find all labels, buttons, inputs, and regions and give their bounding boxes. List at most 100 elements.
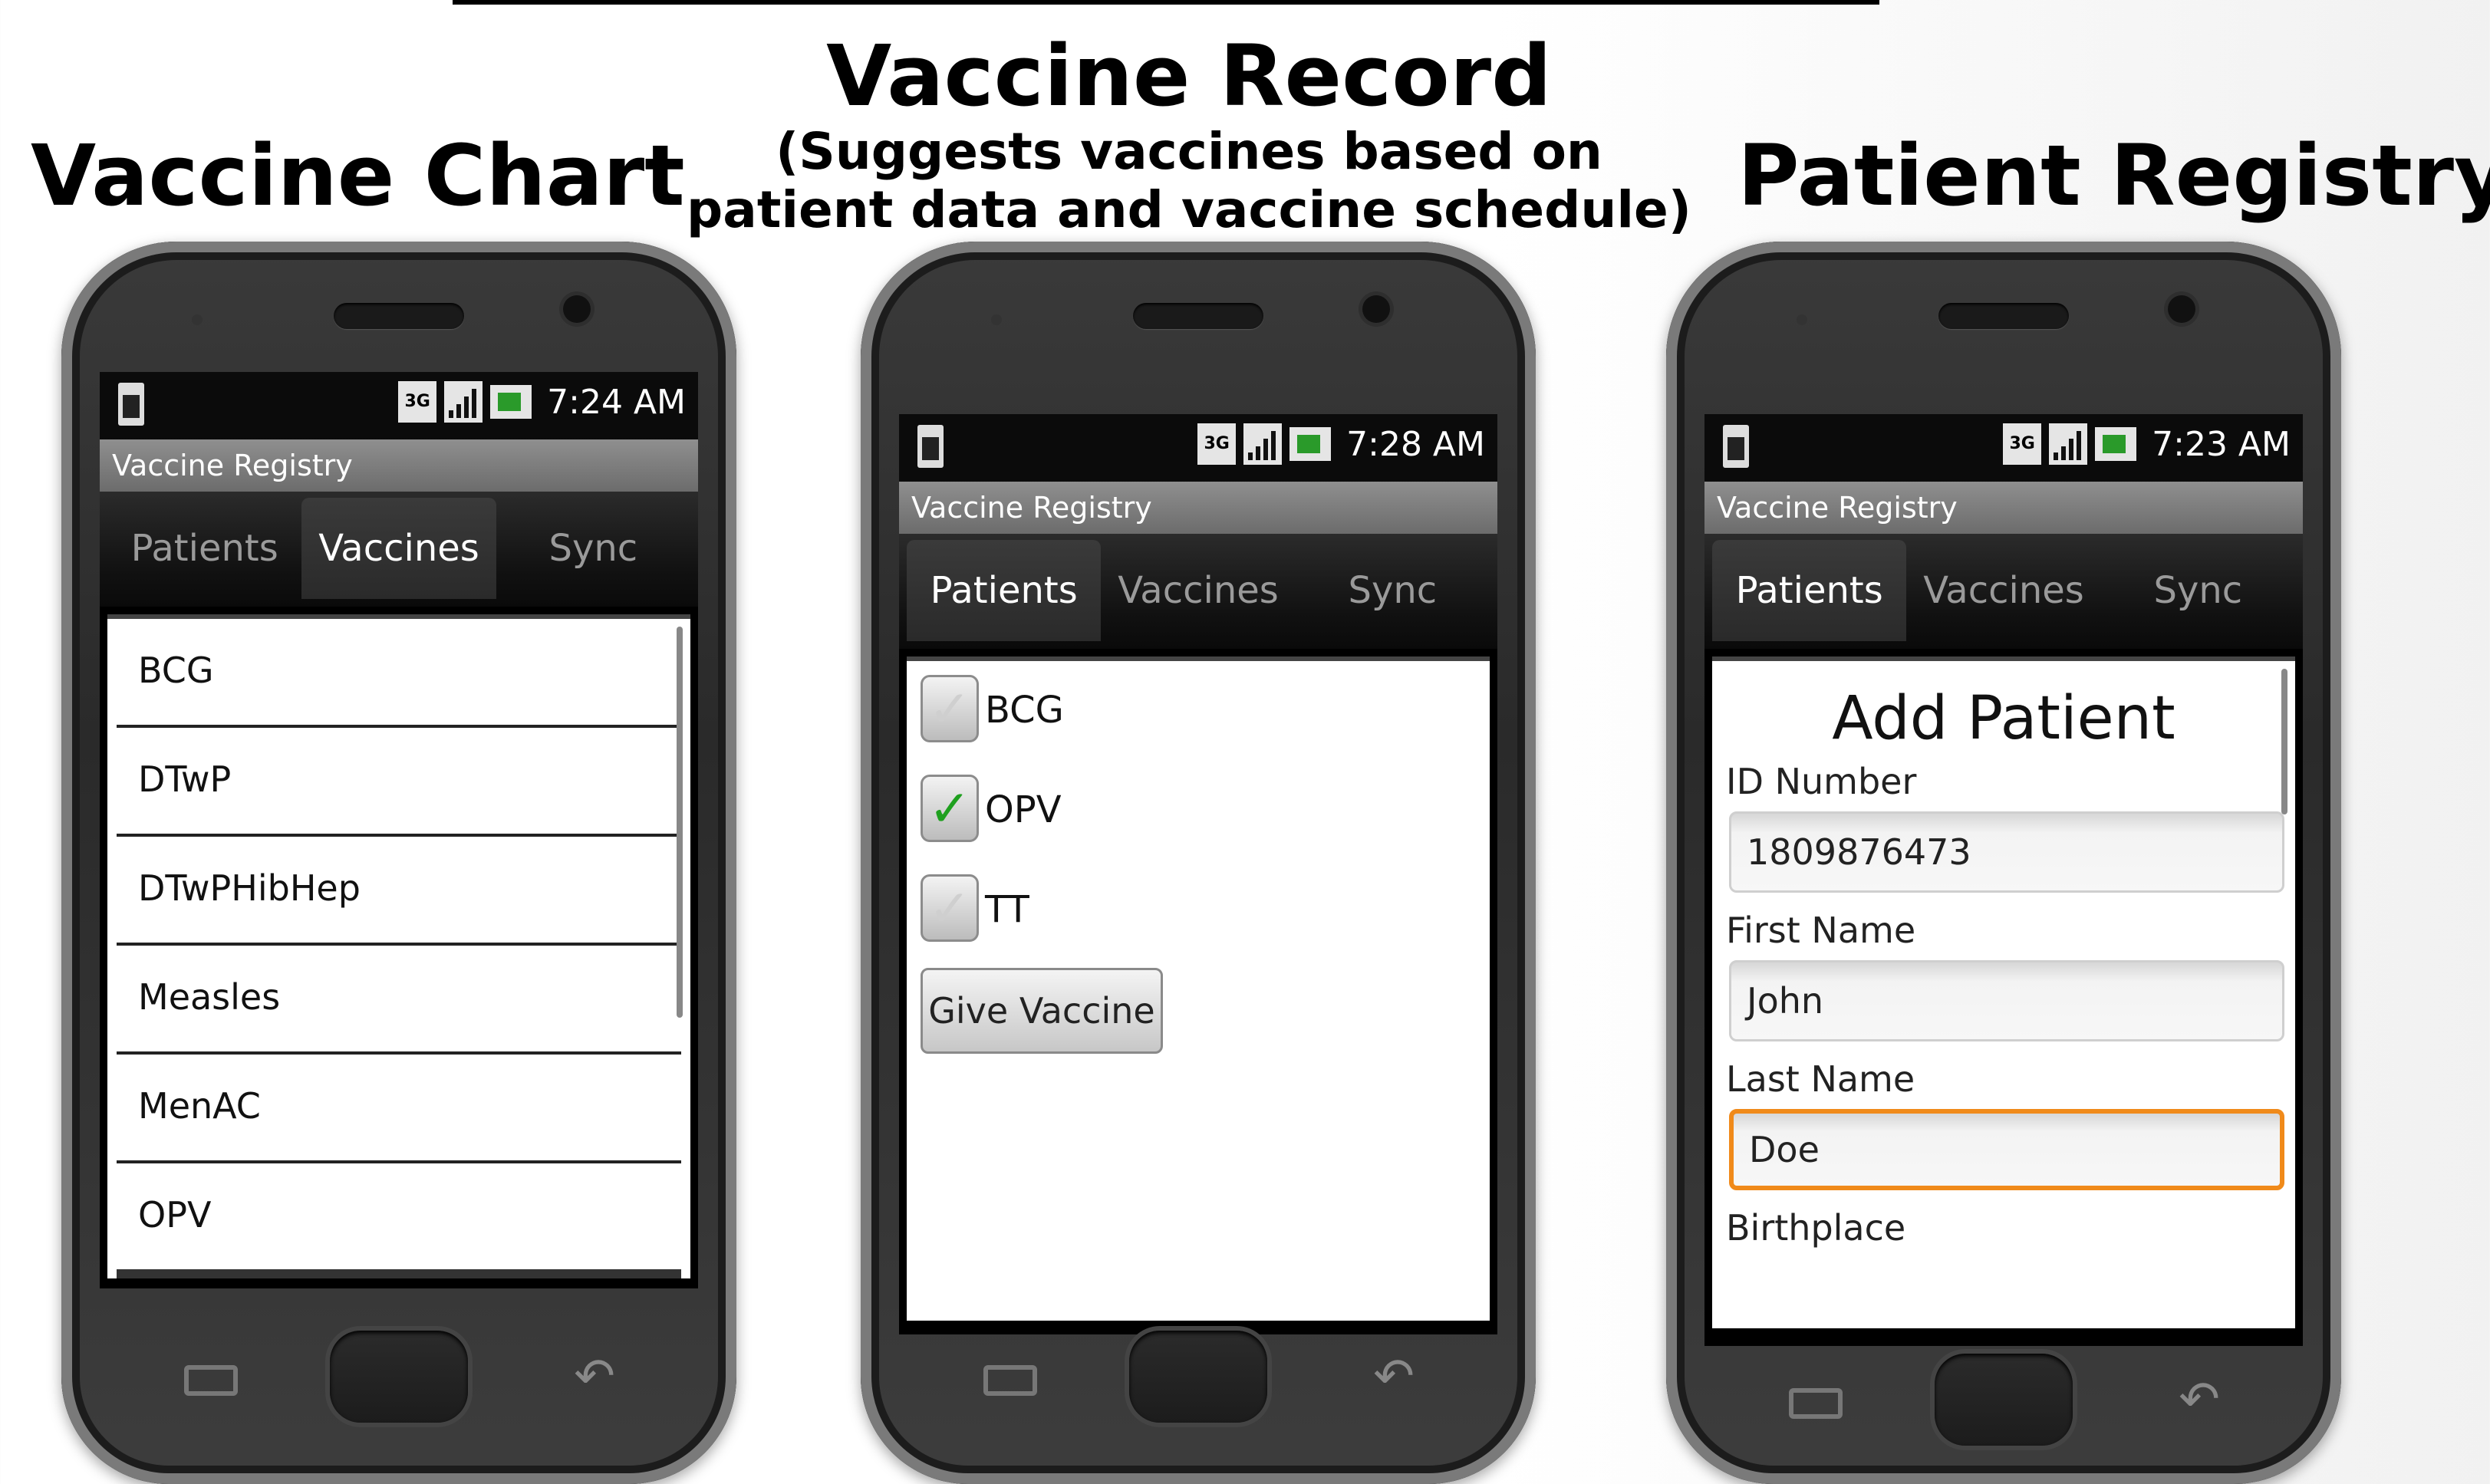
phone-vaccine-record: 3G 7:28 AM Vaccine Registry Patients Vac… xyxy=(861,242,1536,1484)
tab-bar: Patients Vaccines Sync xyxy=(899,534,1497,649)
back-key-icon[interactable]: ↶ xyxy=(1367,1352,1421,1401)
vaccine-record-panel: ✓ BCG ✓ OPV ✓ TT Give Vaccine xyxy=(907,656,1490,1321)
tab-vaccines[interactable]: Vaccines xyxy=(1101,540,1295,641)
camera-icon xyxy=(563,295,591,323)
list-item[interactable]: Measles xyxy=(117,946,681,1055)
field-label-id: ID Number xyxy=(1726,761,1917,802)
led-icon xyxy=(1797,314,1807,325)
led-icon xyxy=(991,314,1002,325)
scrollbar[interactable] xyxy=(2281,669,2287,814)
network-3g-icon: 3G xyxy=(398,381,437,423)
tab-sync[interactable]: Sync xyxy=(2101,540,2295,641)
scrollbar[interactable] xyxy=(677,627,683,1018)
status-bar: 3G 7:28 AM xyxy=(899,414,1497,482)
tab-sync[interactable]: Sync xyxy=(496,498,690,599)
vaccine-check-row[interactable]: ✓ BCG xyxy=(907,661,1490,761)
vaccine-check-row[interactable]: ✓ OPV xyxy=(907,761,1490,860)
back-key-icon[interactable]: ↶ xyxy=(568,1352,621,1401)
speaker-grille xyxy=(1938,303,2069,329)
led-icon xyxy=(192,314,203,325)
tab-patients[interactable]: Patients xyxy=(1712,540,1907,641)
field-label-birthplace: Birthplace xyxy=(1726,1207,1906,1249)
list-item-label: Measles xyxy=(138,976,281,1018)
list-item[interactable]: DTwP xyxy=(117,728,681,837)
status-time: 7:23 AM xyxy=(2152,424,2291,464)
title-vaccine-record: Vaccine Record xyxy=(826,27,1552,125)
title-vaccine-chart: Vaccine Chart xyxy=(31,127,685,225)
screen: 3G 7:28 AM Vaccine Registry Patients Vac… xyxy=(899,414,1497,1334)
list-item-label: DTwPHibHep xyxy=(138,867,361,909)
last-name-field[interactable]: Doe xyxy=(1729,1109,2284,1190)
battery-icon xyxy=(1289,427,1332,461)
list-item[interactable]: MenAC xyxy=(117,1055,681,1163)
signal-icon xyxy=(2049,423,2088,465)
battery-icon xyxy=(490,385,532,419)
field-label-first-name: First Name xyxy=(1726,910,1916,951)
status-bar: 3G 7:24 AM xyxy=(100,372,698,439)
id-number-field[interactable]: 1809876473 xyxy=(1729,811,2284,893)
menu-key-icon[interactable] xyxy=(184,1365,238,1396)
menu-key-icon[interactable] xyxy=(983,1365,1037,1396)
field-label-last-name: Last Name xyxy=(1726,1058,1915,1100)
screen: 3G 7:23 AM Vaccine Registry Patients Vac… xyxy=(1704,414,2303,1346)
give-vaccine-button[interactable]: Give Vaccine xyxy=(921,968,1163,1054)
tab-vaccines[interactable]: Vaccines xyxy=(301,498,496,599)
status-time: 7:28 AM xyxy=(1346,424,1485,464)
checkbox-tt[interactable]: ✓ xyxy=(921,874,979,942)
camera-icon xyxy=(1362,295,1390,323)
app-title-bar: Vaccine Registry xyxy=(100,439,698,492)
checkbox-label: OPV xyxy=(985,788,1062,831)
list-item-label: MenAC xyxy=(138,1085,261,1127)
status-time: 7:24 AM xyxy=(547,382,686,422)
signal-icon xyxy=(444,381,483,423)
list-item-label: BCG xyxy=(138,650,214,691)
subtitle-vaccine-record: (Suggests vaccines based on patient data… xyxy=(687,122,1691,239)
speaker-grille xyxy=(1133,303,1263,329)
phone-vaccine-chart: 3G 7:24 AM Vaccine Registry Patients Vac… xyxy=(61,242,736,1484)
app-title-bar: Vaccine Registry xyxy=(1704,482,2303,534)
top-rule xyxy=(453,0,1879,5)
sim-icon xyxy=(1723,425,1749,468)
back-key-icon[interactable]: ↶ xyxy=(2172,1375,2226,1424)
checkbox-bcg[interactable]: ✓ xyxy=(921,675,979,742)
vaccine-list: BCG DTwP DTwPHibHep Measles MenAC OPV xyxy=(107,614,690,1278)
signal-icon xyxy=(1243,423,1283,465)
tab-patients[interactable]: Patients xyxy=(107,498,301,599)
phone-patient-registry: 3G 7:23 AM Vaccine Registry Patients Vac… xyxy=(1666,242,2341,1484)
screen: 3G 7:24 AM Vaccine Registry Patients Vac… xyxy=(100,372,698,1288)
list-item[interactable]: DTwPHibHep xyxy=(117,837,681,946)
form-title: Add Patient xyxy=(1832,684,2175,753)
network-3g-icon: 3G xyxy=(1197,423,1237,465)
list-item-label: OPV xyxy=(138,1194,212,1236)
speaker-grille xyxy=(334,303,464,329)
sim-icon xyxy=(917,425,944,468)
camera-icon xyxy=(2168,295,2195,323)
tab-vaccines[interactable]: Vaccines xyxy=(1906,540,2100,641)
tab-bar: Patients Vaccines Sync xyxy=(1704,534,2303,649)
status-bar: 3G 7:23 AM xyxy=(1704,414,2303,482)
hardware-keys: ↶ xyxy=(861,1331,1536,1423)
menu-key-icon[interactable] xyxy=(1789,1388,1843,1419)
vaccine-check-row[interactable]: ✓ TT xyxy=(907,860,1490,960)
checkbox-opv[interactable]: ✓ xyxy=(921,775,979,842)
title-patient-registry: Patient Registry xyxy=(1737,127,2490,225)
network-3g-icon: 3G xyxy=(2003,423,2042,465)
tab-patients[interactable]: Patients xyxy=(907,540,1102,641)
hardware-keys: ↶ xyxy=(1666,1354,2341,1446)
hardware-keys: ↶ xyxy=(61,1331,736,1423)
list-item-label: DTwP xyxy=(138,758,232,800)
home-button[interactable] xyxy=(1935,1354,2073,1446)
list-item[interactable]: BCG xyxy=(117,619,681,728)
list-item[interactable]: OPV xyxy=(117,1163,681,1278)
checkbox-label: BCG xyxy=(985,689,1064,732)
sim-icon xyxy=(118,383,144,426)
add-patient-form: Add Patient ID Number 1809876473 First N… xyxy=(1712,656,2295,1328)
home-button[interactable] xyxy=(330,1331,468,1423)
checkbox-label: TT xyxy=(985,888,1029,931)
tab-sync[interactable]: Sync xyxy=(1296,540,1490,641)
tab-bar: Patients Vaccines Sync xyxy=(100,492,698,607)
first-name-field[interactable]: John xyxy=(1729,960,2284,1041)
app-title-bar: Vaccine Registry xyxy=(899,482,1497,534)
battery-icon xyxy=(2095,427,2137,461)
home-button[interactable] xyxy=(1129,1331,1267,1423)
